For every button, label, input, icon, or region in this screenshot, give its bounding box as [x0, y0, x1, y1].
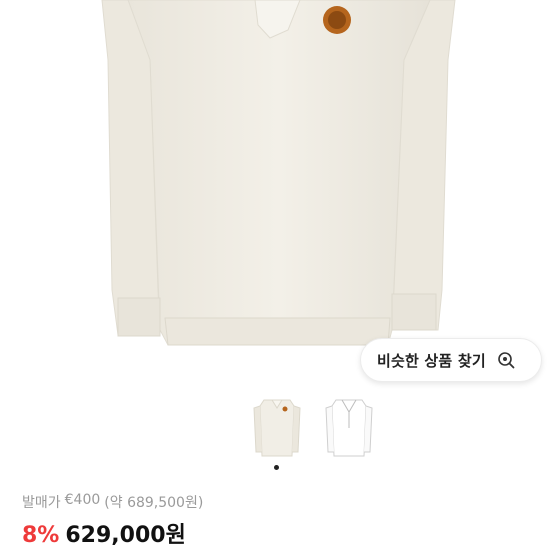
find-similar-label: 비슷한 상품 찾기	[377, 351, 486, 370]
thumbnail-cream-polo[interactable]	[250, 394, 304, 464]
retail-label: 발매가	[22, 495, 61, 511]
retail-price: €400	[64, 492, 101, 508]
find-similar-button[interactable]: 비슷한 상품 찾기	[360, 338, 542, 382]
gallery-pagination	[274, 465, 279, 470]
thumbnail-strip	[250, 394, 380, 464]
garment-illustration	[101, 0, 456, 346]
retail-price-line: 발매가 €400 (약 689,500원)	[22, 492, 203, 512]
pagination-dot-active[interactable]	[274, 465, 279, 470]
sale-price: 629,000원	[65, 523, 186, 548]
retail-converted-price: (약 689,500원)	[104, 495, 204, 511]
discount-rate: 8%	[22, 523, 60, 548]
thumbnail-white-polo[interactable]	[322, 394, 376, 464]
search-sparkle-icon	[496, 350, 516, 370]
product-hero-image[interactable]	[0, 0, 554, 390]
sale-price-line: 8% 629,000원	[22, 517, 186, 549]
